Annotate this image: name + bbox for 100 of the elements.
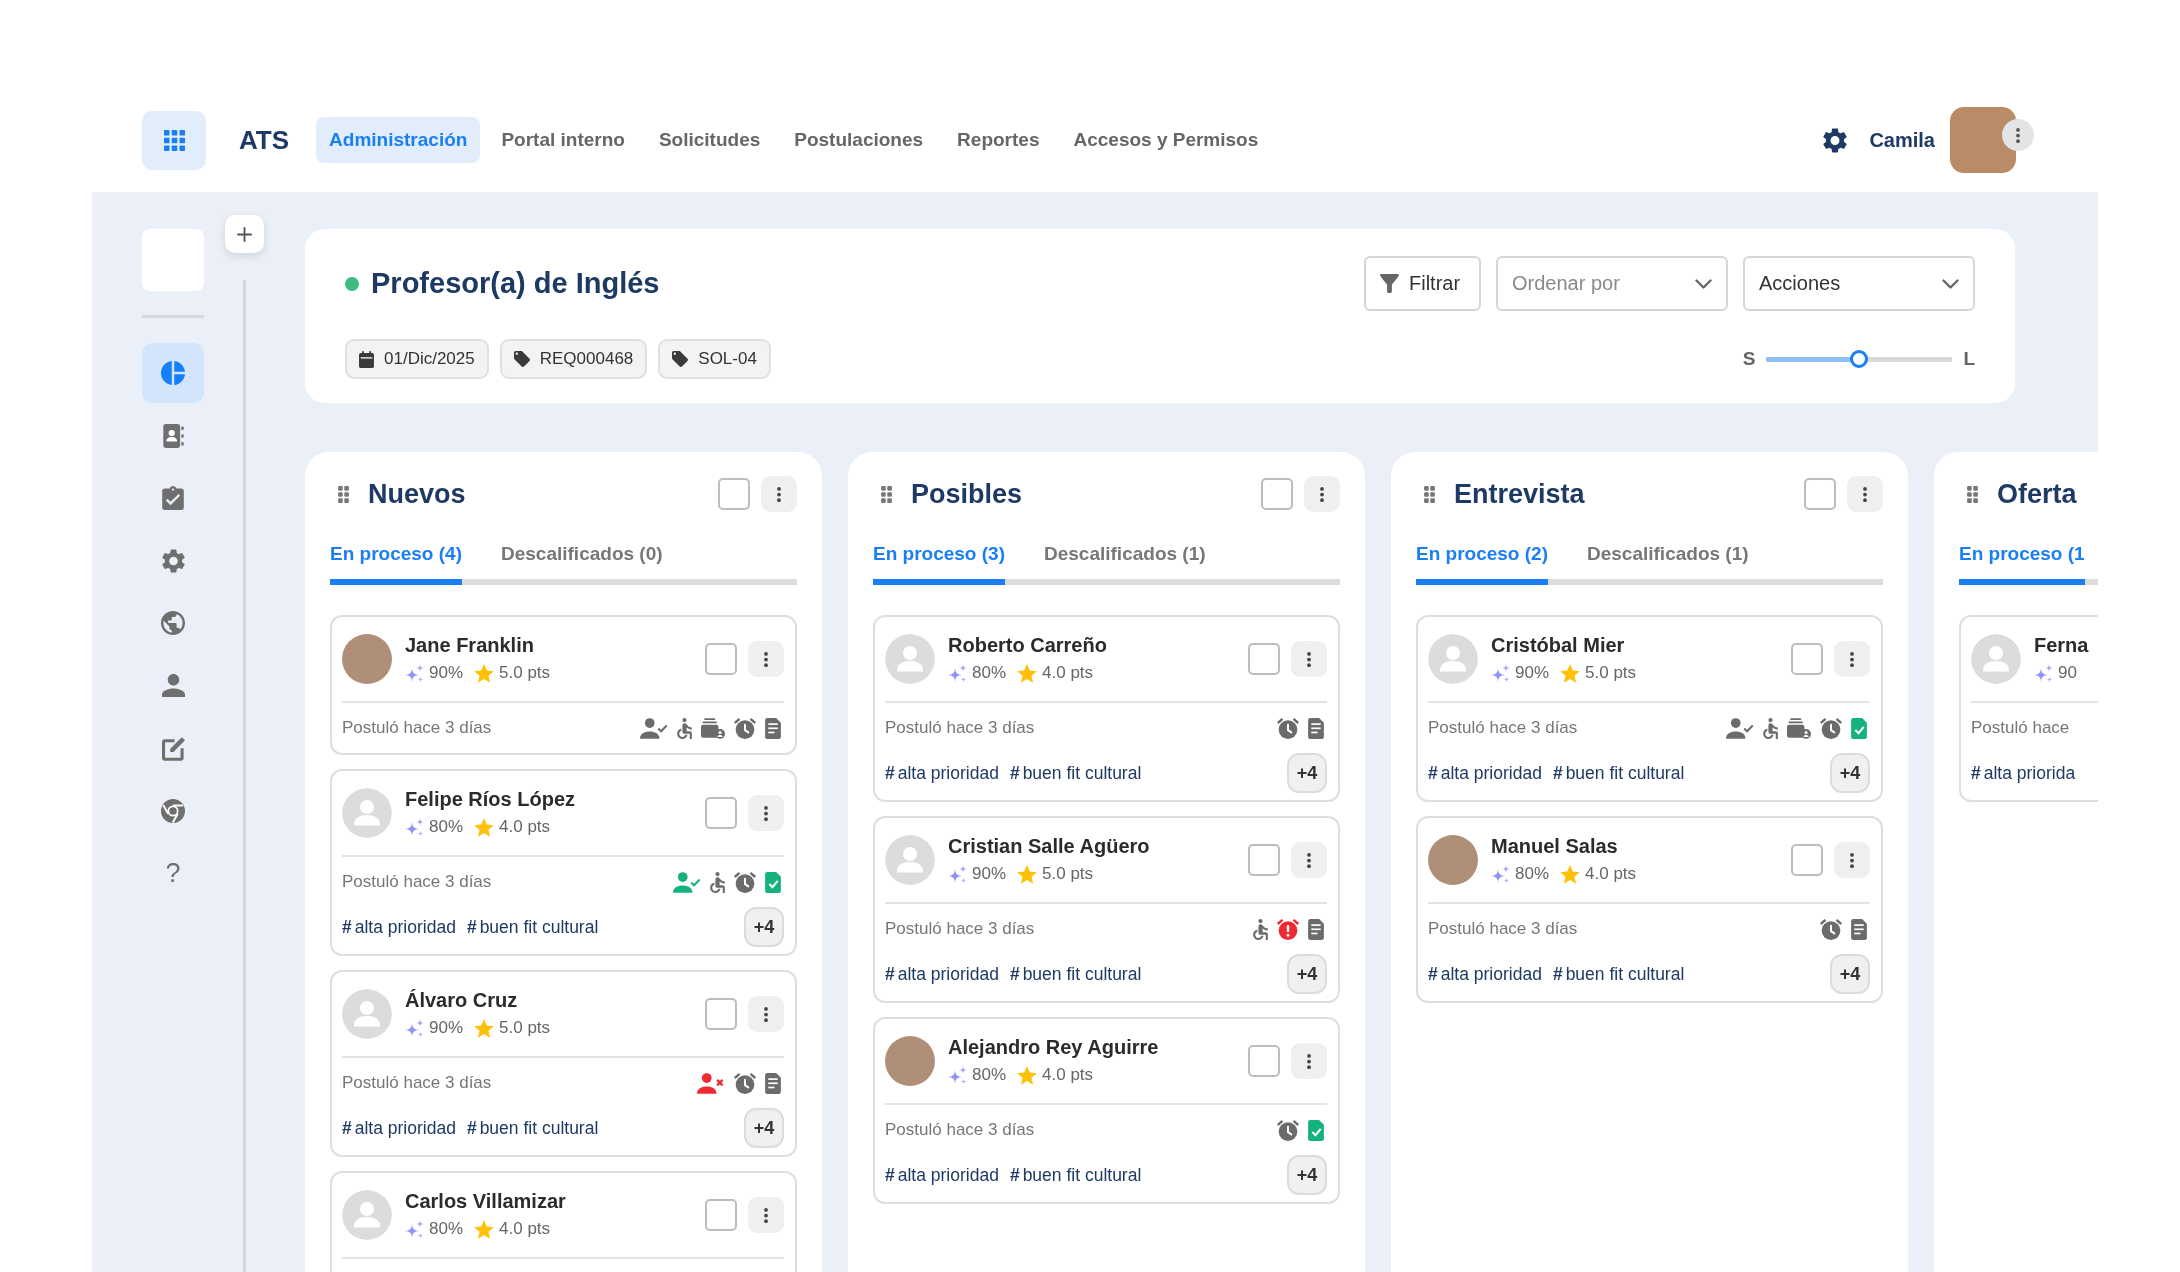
more-tags-button[interactable]: +4 [744,907,784,947]
candidate-card[interactable]: Jane Franklin 90% 5.0 pts Postuló hace 3 días [330,615,797,755]
edit-icon [161,736,185,761]
slider-thumb[interactable] [1850,350,1869,368]
hashtag-label: #buen fit cultural [1009,1164,1142,1186]
aperture-icon [161,799,185,824]
more-button[interactable] [748,641,784,677]
more-icon [1307,852,1311,868]
app-name: ATS [239,124,290,156]
star-icon [474,1018,495,1038]
globe-icon [161,611,185,636]
candidate-card[interactable]: Ferna 90 Postuló hace #alta priorida [1959,615,2098,802]
select-checkbox[interactable] [1804,478,1836,510]
drag-handle-icon[interactable] [1424,485,1435,503]
tag-chip: REQ000468 [499,339,648,379]
settings-icon[interactable] [1823,127,1848,153]
select-checkbox[interactable] [705,1199,737,1231]
add-button[interactable] [225,215,264,253]
rating-score: 4.0 pts [1585,863,1637,885]
sparkle-icon [948,663,967,683]
column-tab[interactable]: Descalificados (0) [501,543,663,585]
more-button[interactable] [748,795,784,831]
more-icon [1850,852,1854,868]
candidate-card[interactable]: Alejandro Rey Aguirre 80% 4.0 pts Postuló hace 3 días #alta prioridad #buen fit cultural +4 [873,1017,1340,1204]
drag-handle-icon[interactable] [1967,485,1978,503]
select-checkbox[interactable] [718,478,750,510]
more-button[interactable] [748,1197,784,1233]
more-button[interactable] [1834,641,1870,677]
plus-icon [237,226,252,242]
column-tab[interactable]: Descalificados (1) [1587,543,1749,585]
select-checkbox[interactable] [705,643,737,675]
select-checkbox[interactable] [1248,1045,1280,1077]
more-button[interactable] [1834,842,1870,878]
column-tab[interactable]: Descalificados (1) [1044,543,1206,585]
more-button[interactable] [1291,1043,1327,1079]
nav-tab[interactable]: Solicitudes [645,117,774,163]
sparkle-icon [2034,663,2053,683]
match-score: 90% [972,863,1007,885]
more-tags-button[interactable]: +4 [1287,753,1327,793]
select-checkbox[interactable] [1248,643,1280,675]
candidate-name: Álvaro Cruz [405,988,519,1013]
sidebar-item[interactable] [142,343,204,403]
slider-label: L [1963,348,1975,370]
star-icon [474,817,495,837]
person-icon [161,674,185,698]
select-checkbox[interactable] [1791,643,1823,675]
candidate-card[interactable]: Roberto Carreño 80% 4.0 pts Postuló hace 3 días #alta prioridad #buen fit cultural +4 [873,615,1340,802]
candidate-card[interactable]: Manuel Salas 80% 4.0 pts Postuló hace 3 días #alta prioridad #buen fit cultural +4 [1416,816,1883,1003]
candidate-card[interactable]: Álvaro Cruz 90% 5.0 pts Postuló hace 3 días #alta prioridad #buen fit cultural +4 [330,970,797,1157]
select-checkbox[interactable] [1791,844,1823,876]
column-title: Nuevos [368,478,466,510]
more-button[interactable] [748,996,784,1032]
candidate-card[interactable]: Felipe Ríos López 80% 4.0 pts Postuló hace 3 días #alta prioridad #buen fit cultural +4 [330,769,797,956]
more-tags-button[interactable]: +4 [1287,954,1327,994]
more-tags-button[interactable]: +4 [1287,1155,1327,1195]
column-tab[interactable]: En proceso (4) [330,543,462,585]
rating-score: 5.0 pts [1042,863,1094,885]
sidebar-item[interactable]: ? [142,843,204,904]
drag-handle-icon[interactable] [881,485,892,503]
contact-book-icon [162,423,184,448]
column-tab[interactable]: En proceso (2) [1416,543,1548,585]
more-tags-button[interactable]: +4 [744,1108,784,1148]
candidate-name: Felipe Ríos López [405,787,576,812]
more-button[interactable] [1304,476,1340,512]
more-icon [1307,651,1311,667]
nav-tab[interactable]: Portal interno [488,117,638,163]
candidate-card[interactable]: Cristóbal Mier 90% 5.0 pts Postuló hace 3 días #alta prioridad #buen fit cultural +4 [1416,615,1883,802]
select-checkbox[interactable] [1261,478,1293,510]
select-checkbox[interactable] [705,998,737,1030]
sparkle-icon [405,663,424,683]
more-button[interactable] [1847,476,1883,512]
more-icon [764,805,768,821]
hashtag-label: #alta prioridad [342,916,456,938]
candidate-card[interactable]: Carlos Villamizar 80% 4.0 pts [330,1171,797,1272]
nav-tab[interactable]: Reportes [944,117,1053,163]
nav-tab[interactable]: Accesos y Permisos [1060,117,1272,163]
more-button[interactable] [761,476,797,512]
chevron-down-icon [1695,278,1712,289]
chevron-down-icon [1942,278,1959,289]
candidate-card[interactable]: Cristian Salle Agüero 90% 5.0 pts Postuló hace 3 días #alta prioridad #buen fit cultural +4 [873,816,1340,1003]
more-button[interactable] [2002,119,2034,151]
column-tab[interactable]: En proceso (1 [1959,543,2085,585]
more-tags-button[interactable]: +4 [1830,954,1870,994]
match-score: 90% [429,662,464,684]
column-title: Posibles [911,478,1023,510]
more-tags-button[interactable]: +4 [1830,753,1870,793]
hashtag-label: #buen fit cultural [1552,963,1685,985]
select-checkbox[interactable] [1248,844,1280,876]
more-button[interactable] [1291,641,1327,677]
drag-handle-icon[interactable] [338,485,349,503]
grid-icon [163,129,185,151]
actions-dropdown[interactable]: Acciones [1743,256,1975,311]
more-button[interactable] [1291,842,1327,878]
select-checkbox[interactable] [705,797,737,829]
more-icon [1850,651,1854,667]
apps-button[interactable] [142,110,206,170]
filter-button[interactable]: Filtrar [1364,256,1481,311]
rating-score: 5.0 pts [1585,662,1637,684]
nav-tab[interactable]: Postulaciones [781,117,937,163]
column-tab[interactable]: En proceso (3) [873,543,1005,585]
